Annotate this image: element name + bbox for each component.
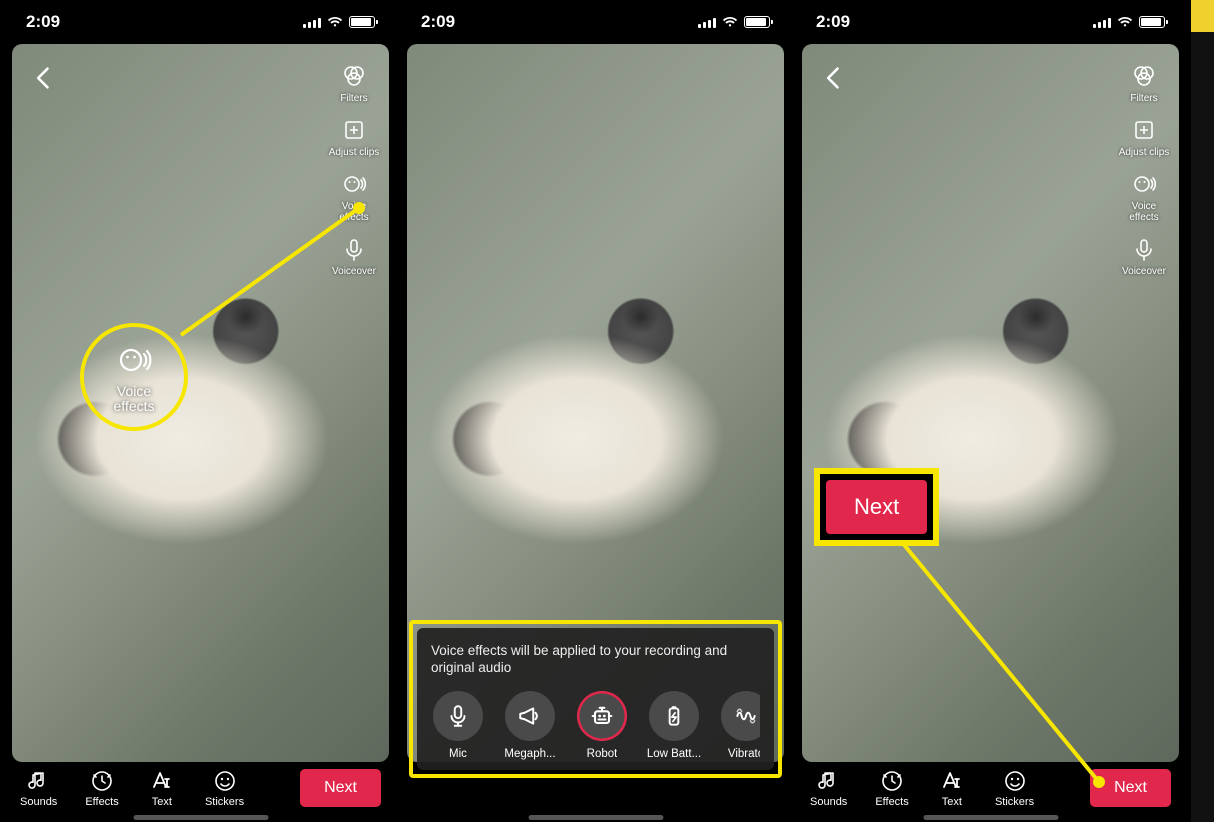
stickers-icon bbox=[1003, 769, 1027, 793]
stickers-tool[interactable]: Stickers bbox=[205, 769, 244, 808]
sounds-tool[interactable]: Sounds bbox=[20, 769, 57, 808]
back-button[interactable] bbox=[820, 64, 848, 92]
adjust-clips-tool[interactable]: Adjust clips bbox=[329, 116, 380, 158]
status-bar: 2:09 bbox=[796, 0, 1185, 44]
robot-icon bbox=[588, 702, 616, 730]
bottom-toolbar: Sounds Effects Text Stickers Next bbox=[796, 764, 1185, 812]
home-indicator bbox=[133, 815, 268, 820]
voice-effects-panel: Voice effects will be applied to your re… bbox=[417, 628, 774, 770]
next-button[interactable]: Next bbox=[300, 769, 381, 807]
voice-effects-tool[interactable]: Voice effects bbox=[339, 170, 368, 223]
annotation-panel-highlight: Voice effects will be applied to your re… bbox=[409, 620, 782, 778]
battery-icon bbox=[349, 16, 375, 28]
filters-icon bbox=[1130, 62, 1158, 90]
mic-icon bbox=[445, 703, 471, 729]
status-time: 2:09 bbox=[421, 12, 455, 32]
filters-icon bbox=[340, 62, 368, 90]
voice-effects-options-row: Mic Megaph... Robot Low Batt... bbox=[431, 691, 760, 760]
voice-effects-message: Voice effects will be applied to your re… bbox=[431, 642, 760, 677]
voice-effects-icon bbox=[1130, 170, 1158, 198]
voice-effect-megaphone[interactable]: Megaph... bbox=[503, 691, 557, 760]
wifi-icon bbox=[722, 16, 738, 28]
text-tool[interactable]: Text bbox=[937, 769, 967, 808]
voiceover-icon bbox=[1130, 235, 1158, 263]
text-icon bbox=[150, 769, 174, 793]
next-button-callout: Next bbox=[814, 468, 939, 546]
voice-effect-megaphone-label: Megaph... bbox=[504, 748, 555, 760]
filters-label: Filters bbox=[1130, 93, 1157, 104]
adjust-clips-label: Adjust clips bbox=[1119, 147, 1170, 158]
text-icon bbox=[940, 769, 964, 793]
home-indicator bbox=[528, 815, 663, 820]
voiceover-label: Voiceover bbox=[1122, 266, 1166, 277]
voice-effects-icon bbox=[340, 170, 368, 198]
voice-effects-label: Voice effects bbox=[1129, 201, 1158, 223]
signal-icon bbox=[303, 16, 321, 28]
status-bar: 2:09 bbox=[401, 0, 790, 44]
filters-label: Filters bbox=[340, 93, 367, 104]
sounds-tool[interactable]: Sounds bbox=[810, 769, 847, 808]
voiceover-tool[interactable]: Voiceover bbox=[332, 235, 376, 277]
bottom-toolbar: Sounds Effects Text Stickers Next bbox=[6, 764, 395, 812]
voice-effects-tool[interactable]: Voice effects bbox=[1129, 170, 1158, 223]
voice-effect-robot-label: Robot bbox=[587, 748, 618, 760]
voiceover-icon bbox=[340, 235, 368, 263]
adjust-clips-icon bbox=[340, 116, 368, 144]
sounds-label: Sounds bbox=[810, 796, 847, 808]
sounds-icon bbox=[817, 769, 841, 793]
battery-icon bbox=[1139, 16, 1165, 28]
effects-tool[interactable]: Effects bbox=[85, 769, 118, 808]
voice-effect-robot[interactable]: Robot bbox=[575, 691, 629, 760]
page-gutter bbox=[1191, 0, 1214, 822]
next-button[interactable]: Next bbox=[1090, 769, 1171, 807]
next-button-callout-label: Next bbox=[826, 480, 927, 534]
stickers-label: Stickers bbox=[995, 796, 1034, 808]
right-tool-column: Filters Adjust clips Voice effects Voice… bbox=[325, 62, 383, 277]
sounds-label: Sounds bbox=[20, 796, 57, 808]
effects-icon bbox=[90, 769, 114, 793]
stickers-icon bbox=[213, 769, 237, 793]
voice-effect-mic-label: Mic bbox=[449, 748, 467, 760]
phone-screenshot-2: 2:09 Voice effects will be applied to yo… bbox=[401, 0, 790, 822]
effects-label: Effects bbox=[875, 796, 908, 808]
voiceover-tool[interactable]: Voiceover bbox=[1122, 235, 1166, 277]
megaphone-icon bbox=[517, 703, 543, 729]
wifi-icon bbox=[327, 16, 343, 28]
back-button[interactable] bbox=[30, 64, 58, 92]
right-tool-column: Filters Adjust clips Voice effects Voice… bbox=[1115, 62, 1173, 277]
battery-icon bbox=[744, 16, 770, 28]
signal-icon bbox=[1093, 16, 1111, 28]
vibrato-icon bbox=[733, 703, 759, 729]
low-battery-icon bbox=[661, 703, 687, 729]
voice-effect-vibrato[interactable]: Vibrato bbox=[719, 691, 760, 760]
effects-icon bbox=[880, 769, 904, 793]
voice-effects-label: Voice effects bbox=[339, 201, 368, 223]
adjust-clips-label: Adjust clips bbox=[329, 147, 380, 158]
effects-tool[interactable]: Effects bbox=[875, 769, 908, 808]
voiceover-label: Voiceover bbox=[332, 266, 376, 277]
voice-effect-low-battery[interactable]: Low Batt... bbox=[647, 691, 701, 760]
status-time: 2:09 bbox=[26, 12, 60, 32]
voice-effect-lowbatt-label: Low Batt... bbox=[647, 748, 701, 760]
adjust-clips-tool[interactable]: Adjust clips bbox=[1119, 116, 1170, 158]
adjust-clips-icon bbox=[1130, 116, 1158, 144]
text-label: Text bbox=[152, 796, 172, 808]
voice-effect-vibrato-label: Vibrato bbox=[728, 748, 760, 760]
stickers-tool[interactable]: Stickers bbox=[995, 769, 1034, 808]
phone-screenshot-1: 2:09 Filters Adjust clips Voice effects bbox=[6, 0, 395, 822]
stickers-label: Stickers bbox=[205, 796, 244, 808]
filters-tool[interactable]: Filters bbox=[1130, 62, 1158, 104]
status-bar: 2:09 bbox=[6, 0, 395, 44]
text-label: Text bbox=[942, 796, 962, 808]
phone-screenshot-3: 2:09 Filters Adjust clips Voice effects bbox=[796, 0, 1185, 822]
voice-effect-mic[interactable]: Mic bbox=[431, 691, 485, 760]
signal-icon bbox=[698, 16, 716, 28]
effects-label: Effects bbox=[85, 796, 118, 808]
sounds-icon bbox=[27, 769, 51, 793]
wifi-icon bbox=[1117, 16, 1133, 28]
filters-tool[interactable]: Filters bbox=[340, 62, 368, 104]
home-indicator bbox=[923, 815, 1058, 820]
status-time: 2:09 bbox=[816, 12, 850, 32]
text-tool[interactable]: Text bbox=[147, 769, 177, 808]
